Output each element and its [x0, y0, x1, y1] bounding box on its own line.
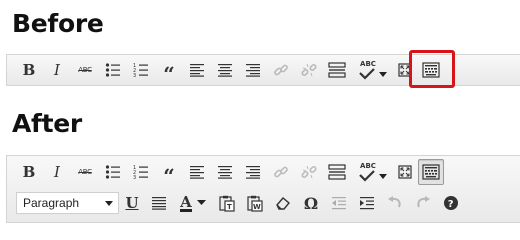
justify-icon	[152, 197, 166, 210]
bold-label: B	[22, 163, 36, 181]
numbered-list-button[interactable]: 123	[129, 159, 153, 185]
insert-link-button[interactable]	[269, 159, 293, 185]
link-icon	[274, 166, 288, 178]
spellcheck-button[interactable]: ABC	[355, 57, 389, 83]
align-center-icon	[218, 64, 232, 77]
svg-text:W: W	[253, 203, 261, 211]
unlink-icon	[301, 63, 317, 77]
bullet-list-button[interactable]	[101, 57, 125, 83]
align-right-button[interactable]	[241, 57, 265, 83]
chevron-down-icon	[105, 201, 113, 206]
align-center-button[interactable]	[213, 159, 237, 185]
underline-label: U	[125, 194, 139, 212]
indent-button[interactable]	[355, 190, 379, 216]
undo-button[interactable]	[383, 190, 407, 216]
align-center-button[interactable]	[213, 57, 237, 83]
strikethrough-label: ABC	[78, 66, 92, 74]
kitchen-sink-button[interactable]	[418, 159, 444, 185]
indent-icon	[360, 197, 374, 210]
clear-formatting-button[interactable]	[271, 190, 295, 216]
unlink-button[interactable]	[297, 57, 321, 83]
paste-text-icon: T	[219, 195, 235, 212]
bullet-list-button[interactable]	[101, 159, 125, 185]
italic-button[interactable]: I	[45, 159, 69, 185]
insert-more-button[interactable]	[325, 159, 349, 185]
redo-icon	[417, 196, 430, 208]
svg-text:3: 3	[133, 175, 136, 180]
link-icon	[274, 64, 288, 76]
italic-label: I	[54, 163, 60, 181]
before-heading: Before	[12, 9, 104, 38]
text-color-button[interactable]: A	[175, 190, 211, 216]
redo-button[interactable]	[411, 190, 435, 216]
align-left-button[interactable]	[185, 159, 209, 185]
align-left-icon	[190, 64, 204, 77]
strikethrough-button[interactable]: ABC	[73, 159, 97, 185]
underline-button[interactable]: U	[120, 190, 144, 216]
svg-text:3: 3	[133, 73, 136, 78]
align-right-icon	[246, 166, 260, 179]
align-left-button[interactable]	[185, 57, 209, 83]
format-select-value: Paragraph	[23, 196, 80, 210]
bold-button[interactable]: B	[17, 57, 41, 83]
after-heading: After	[12, 109, 82, 138]
numbered-list-icon: 123	[133, 165, 148, 180]
kitchen-sink-highlight	[409, 50, 455, 88]
spellcheck-button[interactable]: ABC	[355, 159, 389, 185]
format-select[interactable]: Paragraph	[16, 192, 119, 214]
blockquote-button[interactable]: “	[157, 159, 181, 188]
outdent-button[interactable]	[327, 190, 351, 216]
kitchen-sink-icon	[422, 164, 440, 180]
spellcheck-icon	[359, 67, 387, 80]
unlink-icon	[301, 165, 317, 179]
unlink-button[interactable]	[297, 159, 321, 185]
svg-text:?: ?	[448, 199, 454, 210]
fullscreen-button[interactable]	[393, 159, 417, 185]
help-icon: ?	[444, 196, 458, 210]
eraser-icon	[276, 197, 290, 210]
blockquote-button[interactable]: “	[157, 57, 181, 86]
paste-from-word-button[interactable]: W	[243, 190, 267, 216]
italic-button[interactable]: I	[45, 57, 69, 83]
svg-text:T: T	[227, 203, 232, 211]
insert-more-icon	[328, 164, 346, 180]
justify-button[interactable]	[147, 190, 171, 216]
insert-more-icon	[328, 62, 346, 78]
fullscreen-icon	[398, 165, 412, 179]
spellcheck-icon	[359, 169, 387, 182]
strikethrough-button[interactable]: ABC	[73, 57, 97, 83]
text-color-label: A	[180, 192, 192, 212]
special-character-button[interactable]: Ω	[299, 190, 323, 216]
spellcheck-label: ABC	[360, 161, 376, 170]
align-left-icon	[190, 166, 204, 179]
italic-label: I	[54, 61, 60, 79]
outdent-icon	[332, 197, 346, 210]
blockquote-icon: “	[163, 164, 175, 188]
editor-toolbar-after: B I ABC 123 “ ABC Paragraph U A T W Ω ?	[6, 155, 520, 223]
paste-as-text-button[interactable]: T	[215, 190, 239, 216]
undo-icon	[388, 196, 401, 208]
align-right-icon	[246, 64, 260, 77]
numbered-list-button[interactable]: 123	[129, 57, 153, 83]
align-center-icon	[218, 166, 232, 179]
insert-more-button[interactable]	[325, 57, 349, 83]
paste-word-icon: W	[247, 195, 263, 212]
blockquote-icon: “	[163, 62, 175, 86]
bullet-list-icon	[105, 165, 120, 179]
chevron-down-icon	[196, 200, 206, 205]
numbered-list-icon: 123	[133, 63, 148, 78]
insert-link-button[interactable]	[269, 57, 293, 83]
help-button[interactable]: ?	[439, 190, 463, 216]
omega-icon: Ω	[303, 193, 319, 213]
spellcheck-label: ABC	[360, 59, 376, 68]
bold-button[interactable]: B	[17, 159, 41, 185]
bullet-list-icon	[105, 63, 120, 77]
strikethrough-label: ABC	[78, 168, 92, 176]
bold-label: B	[22, 61, 36, 79]
align-right-button[interactable]	[241, 159, 265, 185]
